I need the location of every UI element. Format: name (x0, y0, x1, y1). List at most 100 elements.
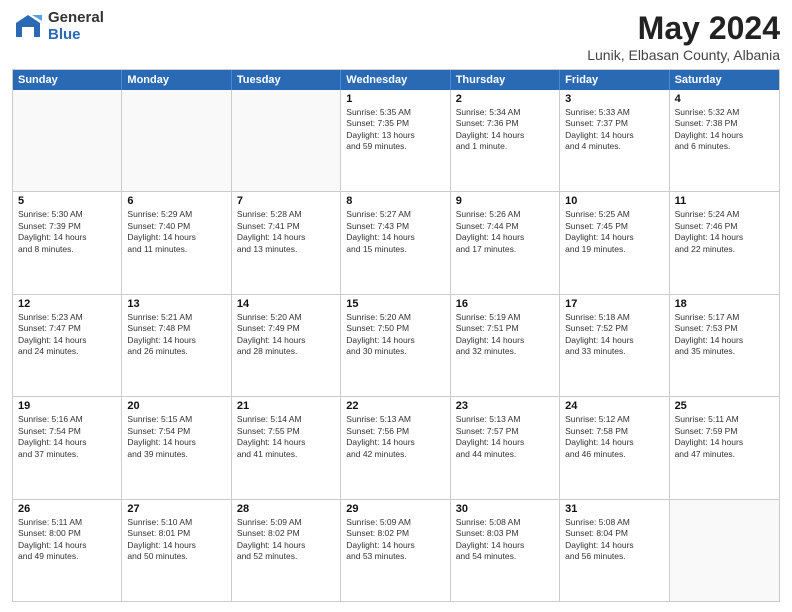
day-number-8: 8 (346, 195, 444, 207)
day-info-4: Sunrise: 5:32 AM Sunset: 7:38 PM Dayligh… (675, 107, 774, 153)
page: General Blue May 2024 Lunik, Elbasan Cou… (0, 0, 792, 612)
day-number-13: 13 (127, 298, 225, 310)
logo-general-text: General (48, 10, 104, 27)
day-info-7: Sunrise: 5:28 AM Sunset: 7:41 PM Dayligh… (237, 209, 335, 255)
logo-text: General Blue (48, 10, 104, 43)
day-number-15: 15 (346, 298, 444, 310)
day-cell-3: 3Sunrise: 5:33 AM Sunset: 7:37 PM Daylig… (560, 90, 669, 191)
day-cell-2: 2Sunrise: 5:34 AM Sunset: 7:36 PM Daylig… (451, 90, 560, 191)
day-info-22: Sunrise: 5:13 AM Sunset: 7:56 PM Dayligh… (346, 414, 444, 460)
title-block: May 2024 Lunik, Elbasan County, Albania (587, 10, 780, 63)
day-info-17: Sunrise: 5:18 AM Sunset: 7:52 PM Dayligh… (565, 312, 663, 358)
calendar-row-1: 1Sunrise: 5:35 AM Sunset: 7:35 PM Daylig… (13, 90, 779, 191)
logo-blue-text: Blue (48, 27, 104, 44)
day-cell-20: 20 Sunrise: 5:15 AM Sunset: 7:54 PM Dayli… (122, 397, 231, 498)
day-info-26: Sunrise: 5:11 AM Sunset: 8:00 PM Dayligh… (18, 517, 116, 563)
day-cell-6: 6 Sunrise: 5:29 AM Sunset: 7:40 PM Daylig… (122, 192, 231, 293)
day-cell-13: 13 Sunrise: 5:21 AM Sunset: 7:48 PM Dayli… (122, 295, 231, 396)
empty-cell-4-6 (670, 500, 779, 601)
day-cell-14: 14 Sunrise: 5:20 AM Sunset: 7:49 PM Dayli… (232, 295, 341, 396)
day-number-10: 10 (565, 195, 663, 207)
day-number-27: 27 (127, 503, 225, 515)
day-cell-16: 16 Sunrise: 5:19 AM Sunset: 7:51 PM Dayli… (451, 295, 560, 396)
day-number-18: 18 (675, 298, 774, 310)
day-info-29: Sunrise: 5:09 AM Sunset: 8:02 PM Dayligh… (346, 517, 444, 563)
day-cell-28: 28 Sunrise: 5:09 AM Sunset: 8:02 PM Dayli… (232, 500, 341, 601)
day-number-21: 21 (237, 400, 335, 412)
day-cell-30: 30Sunrise: 5:08 AM Sunset: 8:03 PM Dayli… (451, 500, 560, 601)
header-wednesday: Wednesday (341, 70, 450, 90)
header-sunday: Sunday (13, 70, 122, 90)
day-info-20: Sunrise: 5:15 AM Sunset: 7:54 PM Dayligh… (127, 414, 225, 460)
day-number-14: 14 (237, 298, 335, 310)
logo: General Blue (12, 10, 104, 43)
day-info-28: Sunrise: 5:09 AM Sunset: 8:02 PM Dayligh… (237, 517, 335, 563)
day-number-23: 23 (456, 400, 554, 412)
day-number-11: 11 (675, 195, 774, 207)
day-cell-11: 11 Sunrise: 5:24 AM Sunset: 7:46 PM Dayli… (670, 192, 779, 293)
calendar-row-5: 26Sunrise: 5:11 AM Sunset: 8:00 PM Dayli… (13, 499, 779, 601)
day-info-10: Sunrise: 5:25 AM Sunset: 7:45 PM Dayligh… (565, 209, 663, 255)
day-info-12: Sunrise: 5:23 AM Sunset: 7:47 PM Dayligh… (18, 312, 116, 358)
day-number-12: 12 (18, 298, 116, 310)
day-cell-1: 1Sunrise: 5:35 AM Sunset: 7:35 PM Daylig… (341, 90, 450, 191)
day-number-5: 5 (18, 195, 116, 207)
header: General Blue May 2024 Lunik, Elbasan Cou… (12, 10, 780, 63)
day-cell-26: 26Sunrise: 5:11 AM Sunset: 8:00 PM Dayli… (13, 500, 122, 601)
day-info-15: Sunrise: 5:20 AM Sunset: 7:50 PM Dayligh… (346, 312, 444, 358)
header-saturday: Saturday (670, 70, 779, 90)
day-info-27: Sunrise: 5:10 AM Sunset: 8:01 PM Dayligh… (127, 517, 225, 563)
empty-cell-0-0 (13, 90, 122, 191)
day-cell-17: 17 Sunrise: 5:18 AM Sunset: 7:52 PM Dayli… (560, 295, 669, 396)
day-number-20: 20 (127, 400, 225, 412)
day-cell-25: 25 Sunrise: 5:11 AM Sunset: 7:59 PM Dayli… (670, 397, 779, 498)
day-number-22: 22 (346, 400, 444, 412)
day-number-3: 3 (565, 93, 663, 105)
day-number-30: 30 (456, 503, 554, 515)
day-cell-15: 15 Sunrise: 5:20 AM Sunset: 7:50 PM Dayli… (341, 295, 450, 396)
day-info-18: Sunrise: 5:17 AM Sunset: 7:53 PM Dayligh… (675, 312, 774, 358)
day-number-6: 6 (127, 195, 225, 207)
day-number-19: 19 (18, 400, 116, 412)
title-location: Lunik, Elbasan County, Albania (587, 47, 780, 63)
day-cell-21: 21 Sunrise: 5:14 AM Sunset: 7:55 PM Dayli… (232, 397, 341, 498)
day-cell-18: 18 Sunrise: 5:17 AM Sunset: 7:53 PM Dayli… (670, 295, 779, 396)
day-cell-19: 19 Sunrise: 5:16 AM Sunset: 7:54 PM Dayli… (13, 397, 122, 498)
day-number-31: 31 (565, 503, 663, 515)
day-info-19: Sunrise: 5:16 AM Sunset: 7:54 PM Dayligh… (18, 414, 116, 460)
day-info-11: Sunrise: 5:24 AM Sunset: 7:46 PM Dayligh… (675, 209, 774, 255)
day-number-16: 16 (456, 298, 554, 310)
day-number-24: 24 (565, 400, 663, 412)
day-info-14: Sunrise: 5:20 AM Sunset: 7:49 PM Dayligh… (237, 312, 335, 358)
day-cell-7: 7Sunrise: 5:28 AM Sunset: 7:41 PM Daylig… (232, 192, 341, 293)
day-info-13: Sunrise: 5:21 AM Sunset: 7:48 PM Dayligh… (127, 312, 225, 358)
header-thursday: Thursday (451, 70, 560, 90)
day-number-9: 9 (456, 195, 554, 207)
logo-icon (12, 11, 44, 43)
day-info-16: Sunrise: 5:19 AM Sunset: 7:51 PM Dayligh… (456, 312, 554, 358)
day-number-28: 28 (237, 503, 335, 515)
day-info-2: Sunrise: 5:34 AM Sunset: 7:36 PM Dayligh… (456, 107, 554, 153)
calendar-body: 1Sunrise: 5:35 AM Sunset: 7:35 PM Daylig… (13, 90, 779, 601)
day-info-31: Sunrise: 5:08 AM Sunset: 8:04 PM Dayligh… (565, 517, 663, 563)
day-info-8: Sunrise: 5:27 AM Sunset: 7:43 PM Dayligh… (346, 209, 444, 255)
title-month: May 2024 (587, 10, 780, 47)
day-number-17: 17 (565, 298, 663, 310)
day-info-21: Sunrise: 5:14 AM Sunset: 7:55 PM Dayligh… (237, 414, 335, 460)
day-cell-5: 5Sunrise: 5:30 AM Sunset: 7:39 PM Daylig… (13, 192, 122, 293)
empty-cell-0-1 (122, 90, 231, 191)
day-cell-8: 8 Sunrise: 5:27 AM Sunset: 7:43 PM Daylig… (341, 192, 450, 293)
day-info-25: Sunrise: 5:11 AM Sunset: 7:59 PM Dayligh… (675, 414, 774, 460)
day-number-25: 25 (675, 400, 774, 412)
header-tuesday: Tuesday (232, 70, 341, 90)
day-cell-24: 24Sunrise: 5:12 AM Sunset: 7:58 PM Dayli… (560, 397, 669, 498)
day-info-6: Sunrise: 5:29 AM Sunset: 7:40 PM Dayligh… (127, 209, 225, 255)
day-cell-22: 22 Sunrise: 5:13 AM Sunset: 7:56 PM Dayli… (341, 397, 450, 498)
header-friday: Friday (560, 70, 669, 90)
day-cell-12: 12 Sunrise: 5:23 AM Sunset: 7:47 PM Dayli… (13, 295, 122, 396)
day-info-23: Sunrise: 5:13 AM Sunset: 7:57 PM Dayligh… (456, 414, 554, 460)
day-info-1: Sunrise: 5:35 AM Sunset: 7:35 PM Dayligh… (346, 107, 444, 153)
day-cell-23: 23 Sunrise: 5:13 AM Sunset: 7:57 PM Dayli… (451, 397, 560, 498)
day-number-4: 4 (675, 93, 774, 105)
calendar-header: Sunday Monday Tuesday Wednesday Thursday… (13, 70, 779, 90)
